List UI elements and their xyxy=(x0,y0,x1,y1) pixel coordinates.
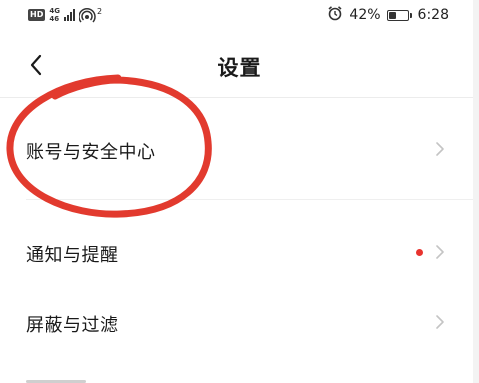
settings-item-label: 屏蔽与过滤 xyxy=(26,315,119,336)
settings-item-label: 通知与提醒 xyxy=(26,245,119,266)
battery-icon xyxy=(386,9,412,21)
status-time: 6:28 xyxy=(417,7,449,23)
list-divider xyxy=(26,199,479,200)
status-bar: HD 4G 46 2 42% 6:28 xyxy=(0,0,479,30)
settings-item-partial[interactable] xyxy=(26,374,86,383)
hotspot-count: 2 xyxy=(96,6,103,16)
page-title: 设置 xyxy=(217,56,262,80)
network-type-bottom: 46 xyxy=(49,15,60,23)
alarm-icon xyxy=(327,5,343,25)
settings-item-block-filter[interactable]: 屏蔽与过滤 xyxy=(0,287,479,357)
settings-screen: HD 4G 46 2 42% 6:28 设置 账号与安全中心 通知与提醒 屏蔽与… xyxy=(0,0,479,383)
battery-percent: 42% xyxy=(349,7,381,23)
settings-item-notifications[interactable]: 通知与提醒 xyxy=(0,217,479,287)
chevron-right-icon xyxy=(436,142,444,156)
scroll-edge xyxy=(473,0,479,383)
signal-icon xyxy=(63,9,75,21)
header-divider xyxy=(0,97,479,98)
settings-item-label: 账号与安全中心 xyxy=(26,142,156,163)
status-left: HD 4G 46 2 xyxy=(28,6,102,24)
network-type: 4G 46 xyxy=(49,7,60,23)
chevron-right-icon xyxy=(436,315,444,329)
header: 设置 xyxy=(0,38,479,96)
hd-icon: HD xyxy=(28,9,46,21)
status-right: 42% 6:28 xyxy=(327,6,449,24)
network-type-top: 4G xyxy=(49,7,60,15)
notification-dot-badge xyxy=(416,249,423,256)
settings-item-account-security[interactable]: 账号与安全中心 xyxy=(0,114,479,184)
hotspot-icon xyxy=(78,7,97,23)
chevron-right-icon xyxy=(436,245,444,259)
